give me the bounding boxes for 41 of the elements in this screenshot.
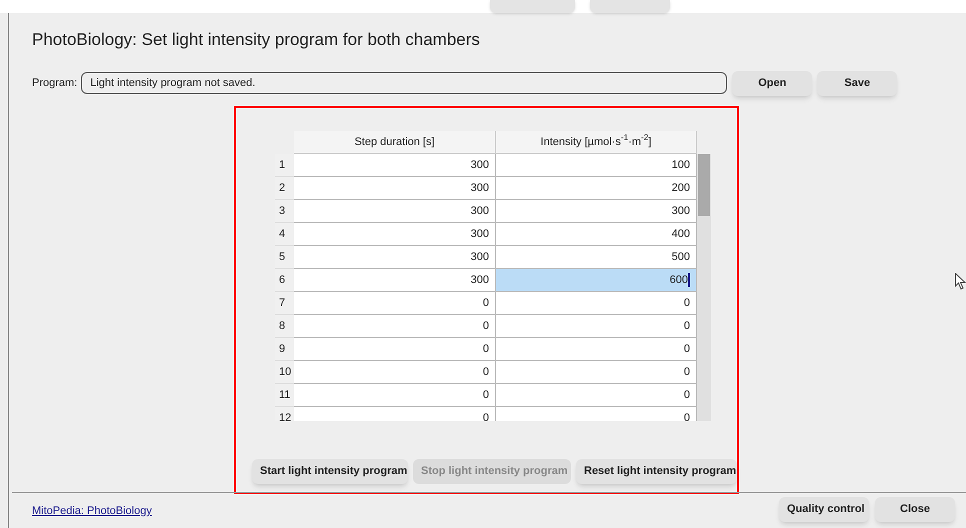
table-cell[interactable]: 400 [496, 223, 697, 246]
table-cell[interactable]: 0 [496, 384, 697, 407]
mitopedia-link[interactable]: MitoPedia: PhotoBiology [32, 503, 152, 520]
table-cell[interactable]: 300 [294, 177, 496, 200]
table-cell[interactable]: 600 [496, 269, 697, 292]
table-cell[interactable]: 300 [294, 246, 496, 269]
mouse-pointer-icon [955, 273, 966, 290]
field-label: Program: [32, 76, 78, 91]
action-button[interactable]: Reset light intensity program [576, 459, 737, 484]
table-cell[interactable]: 300 [294, 154, 496, 177]
table-cell[interactable]: 0 [294, 315, 496, 338]
table-cell[interactable]: 0 [294, 384, 496, 407]
dialog-title: PhotoBiology: Set light intensity program for both chambers [32, 29, 480, 51]
table-cell[interactable]: 0 [294, 338, 496, 361]
table-cell[interactable]: 0 [496, 338, 697, 361]
table-cell[interactable]: 300 [496, 200, 697, 223]
table-cell[interactable]: 100 [496, 154, 697, 177]
partial-button[interactable] [490, 0, 575, 13]
action-button[interactable]: Open [732, 70, 812, 96]
action-button[interactable]: Start light intensity program [252, 459, 408, 484]
table-cell[interactable]: 0 [294, 361, 496, 384]
partial-button[interactable] [590, 0, 670, 13]
table-cell[interactable]: 300 [294, 223, 496, 246]
scrollbar[interactable] [697, 154, 711, 421]
action-button[interactable]: Save [817, 70, 898, 96]
table-cell[interactable]: 0 [496, 315, 697, 338]
action-button[interactable]: Close [875, 497, 955, 522]
table-cell[interactable]: 200 [496, 177, 697, 200]
column-header[interactable]: Intensity [µmol·s$^{-1}$·m$^{-2}$] [496, 131, 697, 154]
table-cell[interactable]: 0 [294, 407, 496, 421]
table-cell[interactable]: 0 [496, 407, 697, 421]
column-header[interactable]: Step duration [s] [294, 131, 496, 154]
table-cell[interactable]: 0 [294, 292, 496, 315]
table-cell[interactable]: 500 [496, 246, 697, 269]
table-cell[interactable]: 300 [294, 200, 496, 223]
scrollbar-thumb[interactable] [698, 154, 710, 216]
table-cell[interactable]: 300 [294, 269, 496, 292]
program-field[interactable]: Light intensity program not saved. [81, 72, 728, 94]
table-cell[interactable]: 0 [496, 292, 697, 315]
action-button[interactable]: Quality control [779, 497, 869, 522]
table-cell[interactable]: 0 [496, 361, 697, 384]
